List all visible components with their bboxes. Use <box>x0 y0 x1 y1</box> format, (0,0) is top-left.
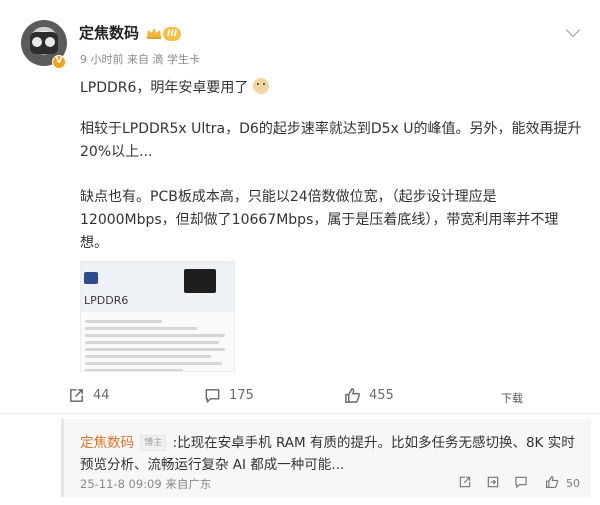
verified-badge-icon: V <box>52 55 66 69</box>
post-image[interactable]: LPDDR6 <box>80 261 235 372</box>
post-paragraph-3: 缺点也有。PCB板成本高，只能以24倍数做位宽，（起步设计理应是12000Mbp… <box>80 189 559 251</box>
post-meta: 9 小时前 来自 滴 学生卡 <box>80 53 200 66</box>
download-button[interactable]: 下载 <box>501 390 523 406</box>
comment-icon[interactable] <box>514 475 528 489</box>
comment-username[interactable]: 定焦数码 <box>80 435 134 451</box>
image-label: LPDDR6 <box>84 294 129 307</box>
like-button[interactable]: 455 <box>344 387 394 404</box>
share-icon <box>70 389 83 402</box>
memory-card-icon <box>84 272 98 284</box>
chevron-down-icon[interactable] <box>565 22 581 38</box>
crown-icon <box>147 28 161 39</box>
post-paragraph-2: 相较于LPDDR5x Ultra，D6的起步速率就达到D5x U的峰值。另外，能… <box>80 121 582 160</box>
share-icon[interactable] <box>458 475 472 489</box>
comment-body: 定焦数码 博主 :比现在安卓手机 RAM 有质的提升。比如多任务无感切换、8K … <box>80 432 585 476</box>
level-badge: III <box>163 27 182 41</box>
divider <box>0 413 600 414</box>
action-bar: 44 175 455 下载 <box>0 381 600 411</box>
chip-icon <box>184 269 216 293</box>
forward-icon[interactable] <box>486 475 500 489</box>
comment-quote-bar <box>61 419 64 497</box>
thumbs-up-icon <box>345 388 361 403</box>
share-count: 44 <box>93 388 110 403</box>
thumbs-up-icon[interactable] <box>545 475 559 489</box>
post-text-line1: LPDDR6，明年安卓要用了 <box>80 77 585 100</box>
comment-count: 175 <box>229 388 254 403</box>
comment-like-count: 50 <box>566 477 580 490</box>
doge-emoji-icon <box>252 78 269 94</box>
comment-icon <box>205 389 220 404</box>
post-username[interactable]: 定焦数码 <box>79 22 139 43</box>
post-paragraph-1: LPDDR6，明年安卓要用了 <box>80 80 249 96</box>
comment-time: 25-11-8 09:09 来自广东 <box>80 477 212 491</box>
weibo-post: V 定焦数码 III 9 小时前 来自 滴 学生卡 LPDDR6，明年安卓要用了… <box>0 0 600 418</box>
image-document-text <box>85 320 225 371</box>
comment-button[interactable]: 175 <box>204 387 254 404</box>
like-count: 455 <box>369 388 394 403</box>
share-button[interactable]: 44 <box>68 387 110 404</box>
author-tag: 博主 <box>140 435 167 451</box>
